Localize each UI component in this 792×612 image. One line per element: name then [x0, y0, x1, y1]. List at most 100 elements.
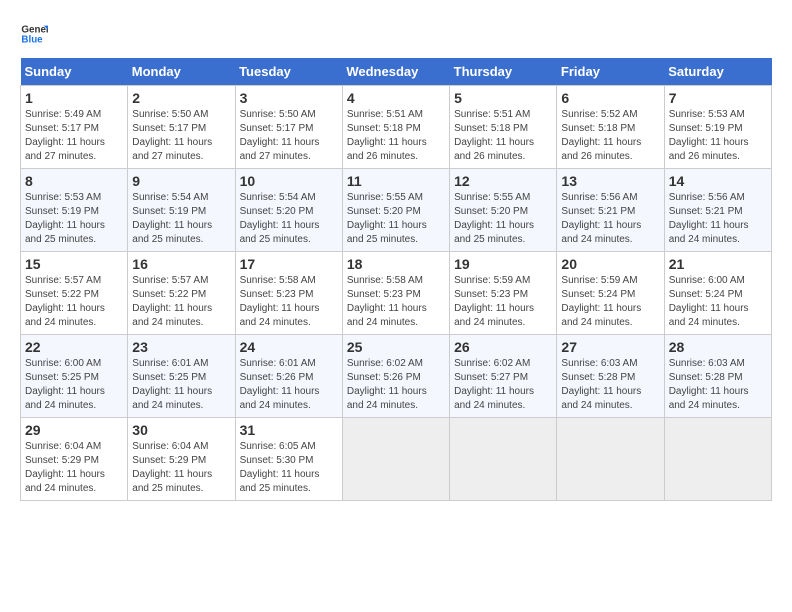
day-info: Sunrise: 5:57 AMSunset: 5:22 PMDaylight:… [25, 274, 123, 330]
day-info: Sunrise: 6:04 AMSunset: 5:29 PMDaylight:… [25, 440, 123, 496]
day-info: Sunrise: 6:03 AMSunset: 5:28 PMDaylight:… [561, 357, 659, 413]
calendar-cell: 9Sunrise: 5:54 AMSunset: 5:19 PMDaylight… [128, 169, 235, 252]
header: General Blue [20, 20, 772, 48]
calendar-cell: 8Sunrise: 5:53 AMSunset: 5:19 PMDaylight… [21, 169, 128, 252]
day-info: Sunrise: 6:04 AMSunset: 5:29 PMDaylight:… [132, 440, 230, 496]
column-header-monday: Monday [128, 58, 235, 86]
svg-text:Blue: Blue [21, 34, 43, 45]
day-number: 29 [25, 422, 123, 438]
calendar-table: SundayMondayTuesdayWednesdayThursdayFrid… [20, 58, 772, 501]
calendar-cell: 2Sunrise: 5:50 AMSunset: 5:17 PMDaylight… [128, 86, 235, 169]
week-row-4: 22Sunrise: 6:00 AMSunset: 5:25 PMDayligh… [21, 335, 772, 418]
calendar-cell: 22Sunrise: 6:00 AMSunset: 5:25 PMDayligh… [21, 335, 128, 418]
day-info: Sunrise: 5:51 AMSunset: 5:18 PMDaylight:… [347, 108, 445, 164]
column-header-thursday: Thursday [450, 58, 557, 86]
day-info: Sunrise: 5:54 AMSunset: 5:20 PMDaylight:… [240, 191, 338, 247]
column-header-friday: Friday [557, 58, 664, 86]
day-number: 25 [347, 339, 445, 355]
day-number: 20 [561, 256, 659, 272]
day-number: 30 [132, 422, 230, 438]
day-number: 24 [240, 339, 338, 355]
calendar-cell: 4 Sunrise: 5:51 AMSunset: 5:18 PMDaylight… [342, 86, 449, 169]
calendar-cell: 15 Sunrise: 5:57 AMSunset: 5:22 PMDayligh… [21, 252, 128, 335]
day-number: 11 [347, 173, 445, 189]
calendar-cell [450, 418, 557, 501]
day-number: 23 [132, 339, 230, 355]
day-info: Sunrise: 5:57 AMSunset: 5:22 PMDaylight:… [132, 274, 230, 330]
day-info: Sunrise: 6:01 AMSunset: 5:26 PMDaylight:… [240, 357, 338, 413]
day-number: 16 [132, 256, 230, 272]
day-info: Sunrise: 5:59 AMSunset: 5:24 PMDaylight:… [561, 274, 659, 330]
day-info: Sunrise: 6:05 AMSunset: 5:30 PMDaylight:… [240, 440, 338, 496]
day-info: Sunrise: 6:02 AMSunset: 5:27 PMDaylight:… [454, 357, 552, 413]
calendar-cell: 6Sunrise: 5:52 AMSunset: 5:18 PMDaylight… [557, 86, 664, 169]
calendar-cell: 10 Sunrise: 5:54 AMSunset: 5:20 PMDayligh… [235, 169, 342, 252]
day-info: Sunrise: 5:59 AMSunset: 5:23 PMDaylight:… [454, 274, 552, 330]
calendar-cell [664, 418, 771, 501]
calendar-cell: 12 Sunrise: 5:55 AMSunset: 5:20 PMDayligh… [450, 169, 557, 252]
calendar-cell: 26 Sunrise: 6:02 AMSunset: 5:27 PMDayligh… [450, 335, 557, 418]
day-info: Sunrise: 5:51 AMSunset: 5:18 PMDaylight:… [454, 108, 552, 164]
day-number: 12 [454, 173, 552, 189]
day-info: Sunrise: 5:56 AMSunset: 5:21 PMDaylight:… [669, 191, 767, 247]
day-number: 17 [240, 256, 338, 272]
calendar-cell: 7Sunrise: 5:53 AMSunset: 5:19 PMDaylight… [664, 86, 771, 169]
calendar-cell: 14Sunrise: 5:56 AMSunset: 5:21 PMDayligh… [664, 169, 771, 252]
calendar-cell: 3 Sunrise: 5:50 AMSunset: 5:17 PMDaylight… [235, 86, 342, 169]
week-row-3: 15 Sunrise: 5:57 AMSunset: 5:22 PMDayligh… [21, 252, 772, 335]
column-header-sunday: Sunday [21, 58, 128, 86]
day-number: 15 [25, 256, 123, 272]
day-info: Sunrise: 6:00 AMSunset: 5:24 PMDaylight:… [669, 274, 767, 330]
day-info: Sunrise: 5:58 AMSunset: 5:23 PMDaylight:… [240, 274, 338, 330]
week-row-5: 29 Sunrise: 6:04 AMSunset: 5:29 PMDayligh… [21, 418, 772, 501]
calendar-cell: 24 Sunrise: 6:01 AMSunset: 5:26 PMDayligh… [235, 335, 342, 418]
calendar-cell: 25 Sunrise: 6:02 AMSunset: 5:26 PMDayligh… [342, 335, 449, 418]
calendar-cell: 31 Sunrise: 6:05 AMSunset: 5:30 PMDayligh… [235, 418, 342, 501]
calendar-cell [342, 418, 449, 501]
calendar-cell: 21 Sunrise: 6:00 AMSunset: 5:24 PMDayligh… [664, 252, 771, 335]
day-number: 31 [240, 422, 338, 438]
day-number: 4 [347, 90, 445, 106]
day-number: 6 [561, 90, 659, 106]
day-info: Sunrise: 5:50 AMSunset: 5:17 PMDaylight:… [240, 108, 338, 164]
day-number: 28 [669, 339, 767, 355]
day-number: 21 [669, 256, 767, 272]
day-number: 18 [347, 256, 445, 272]
day-number: 9 [132, 173, 230, 189]
day-info: Sunrise: 6:01 AMSunset: 5:25 PMDaylight:… [132, 357, 230, 413]
calendar-cell: 20 Sunrise: 5:59 AMSunset: 5:24 PMDayligh… [557, 252, 664, 335]
logo: General Blue [20, 20, 48, 48]
day-info: Sunrise: 5:53 AMSunset: 5:19 PMDaylight:… [669, 108, 767, 164]
calendar-cell: 28 Sunrise: 6:03 AMSunset: 5:28 PMDayligh… [664, 335, 771, 418]
day-number: 10 [240, 173, 338, 189]
calendar-cell: 5Sunrise: 5:51 AMSunset: 5:18 PMDaylight… [450, 86, 557, 169]
calendar-cell: 30 Sunrise: 6:04 AMSunset: 5:29 PMDayligh… [128, 418, 235, 501]
column-header-wednesday: Wednesday [342, 58, 449, 86]
column-header-saturday: Saturday [664, 58, 771, 86]
day-info: Sunrise: 5:58 AMSunset: 5:23 PMDaylight:… [347, 274, 445, 330]
day-info: Sunrise: 5:56 AMSunset: 5:21 PMDaylight:… [561, 191, 659, 247]
calendar-cell: 23 Sunrise: 6:01 AMSunset: 5:25 PMDayligh… [128, 335, 235, 418]
day-info: Sunrise: 6:02 AMSunset: 5:26 PMDaylight:… [347, 357, 445, 413]
calendar-cell: 13 Sunrise: 5:56 AMSunset: 5:21 PMDayligh… [557, 169, 664, 252]
day-number: 26 [454, 339, 552, 355]
day-number: 3 [240, 90, 338, 106]
day-number: 2 [132, 90, 230, 106]
calendar-cell: 19Sunrise: 5:59 AMSunset: 5:23 PMDayligh… [450, 252, 557, 335]
day-info: Sunrise: 6:00 AMSunset: 5:25 PMDaylight:… [25, 357, 123, 413]
day-info: Sunrise: 5:55 AMSunset: 5:20 PMDaylight:… [454, 191, 552, 247]
column-header-tuesday: Tuesday [235, 58, 342, 86]
calendar-cell: 16 Sunrise: 5:57 AMSunset: 5:22 PMDayligh… [128, 252, 235, 335]
week-row-2: 8Sunrise: 5:53 AMSunset: 5:19 PMDaylight… [21, 169, 772, 252]
calendar-cell [557, 418, 664, 501]
day-info: Sunrise: 6:03 AMSunset: 5:28 PMDaylight:… [669, 357, 767, 413]
day-number: 1 [25, 90, 123, 106]
week-row-1: 1 Sunrise: 5:49 AMSunset: 5:17 PMDaylight… [21, 86, 772, 169]
calendar-cell: 17 Sunrise: 5:58 AMSunset: 5:23 PMDayligh… [235, 252, 342, 335]
logo-icon: General Blue [20, 20, 48, 48]
calendar-cell: 18 Sunrise: 5:58 AMSunset: 5:23 PMDayligh… [342, 252, 449, 335]
calendar-cell: 11 Sunrise: 5:55 AMSunset: 5:20 PMDayligh… [342, 169, 449, 252]
day-number: 13 [561, 173, 659, 189]
day-info: Sunrise: 5:49 AMSunset: 5:17 PMDaylight:… [25, 108, 123, 164]
day-info: Sunrise: 5:55 AMSunset: 5:20 PMDaylight:… [347, 191, 445, 247]
